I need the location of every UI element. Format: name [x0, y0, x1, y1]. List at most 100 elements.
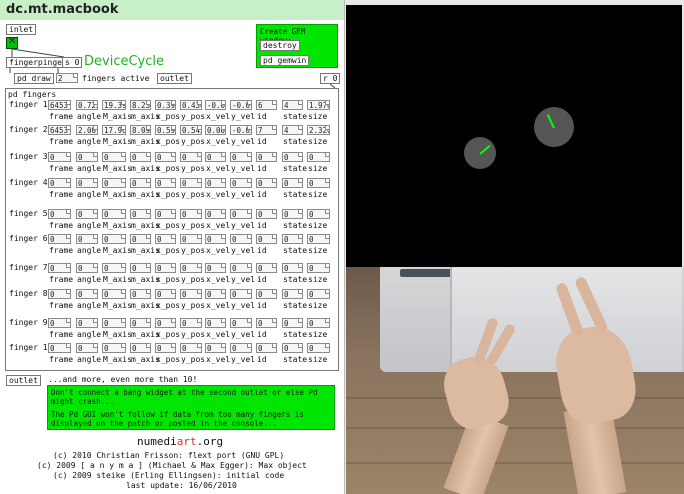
finger-value-frame[interactable]: 0 [48, 263, 71, 273]
finger-value-x-vel[interactable]: 0 [205, 234, 226, 244]
fingerpinger-object[interactable]: fingerpinger [6, 57, 70, 68]
finger-value-x-pos[interactable]: 0 [155, 234, 176, 244]
finger-value-m-axis[interactable]: 8.23 [130, 100, 151, 110]
finger-value-x-pos[interactable]: 0 [155, 289, 176, 299]
fingers-active-number[interactable]: 2 [56, 73, 78, 83]
finger-value-x-vel[interactable]: 0 [205, 263, 226, 273]
finger-value-state[interactable]: 0 [282, 263, 303, 273]
finger-value-frame[interactable]: 0 [48, 209, 71, 219]
finger-value-m-axis[interactable]: 0 [102, 289, 126, 299]
finger-value-y-pos[interactable]: 0 [180, 318, 202, 328]
finger-value-m-axis[interactable]: 0 [130, 152, 151, 162]
finger-value-state[interactable]: 0 [282, 209, 303, 219]
finger-value-state[interactable]: 0 [282, 289, 303, 299]
finger-value-state[interactable]: 0 [282, 178, 303, 188]
finger-value-state[interactable]: 0 [282, 318, 303, 328]
finger-value-m-axis[interactable]: 0 [102, 263, 126, 273]
finger-value-m-axis[interactable]: 0 [130, 289, 151, 299]
finger-value-id[interactable]: 0 [256, 263, 277, 273]
finger-value-id[interactable]: 0 [256, 234, 277, 244]
finger-value-y-vel[interactable]: -0.01 [230, 100, 252, 110]
finger-value-y-vel[interactable]: -0.02 [230, 125, 252, 135]
finger-value-angle[interactable]: 0 [76, 343, 98, 353]
finger-value-state[interactable]: 0 [282, 152, 303, 162]
finger-value-size[interactable]: 0 [307, 318, 330, 328]
finger-value-y-pos[interactable]: 0.434 [180, 100, 202, 110]
finger-value-m-axis[interactable]: 0 [130, 343, 151, 353]
finger-value-y-vel[interactable]: 0 [230, 178, 252, 188]
finger-value-x-vel[interactable]: 0 [205, 209, 226, 219]
finger-value-frame[interactable]: 0 [48, 289, 71, 299]
finger-value-frame[interactable]: 0 [48, 343, 71, 353]
finger-value-y-pos[interactable]: 0 [180, 234, 202, 244]
finger-value-x-vel[interactable]: -0.00 [205, 100, 226, 110]
outlet-top-object[interactable]: outlet [157, 73, 192, 84]
finger-value-x-vel[interactable]: 0 [205, 152, 226, 162]
finger-value-angle[interactable]: 0 [76, 318, 98, 328]
finger-value-m-axis[interactable]: 0 [102, 209, 126, 219]
finger-value-id[interactable]: 0 [256, 289, 277, 299]
outlet-object[interactable]: outlet [6, 375, 41, 386]
finger-value-x-pos[interactable]: 0 [155, 263, 176, 273]
finger-value-y-vel[interactable]: 0 [230, 209, 252, 219]
finger-value-x-vel[interactable]: 0 [205, 289, 226, 299]
finger-value-angle[interactable]: 0.723 [76, 100, 98, 110]
finger-value-angle[interactable]: 0 [76, 234, 98, 244]
finger-value-frame[interactable]: 6453 [48, 125, 71, 135]
finger-value-m-axis[interactable]: 0 [102, 343, 126, 353]
receive-object[interactable]: r 0 [320, 73, 341, 84]
finger-value-y-vel[interactable]: 0 [230, 234, 252, 244]
finger-value-id[interactable]: 0 [256, 209, 277, 219]
finger-value-x-vel[interactable]: 0 [205, 318, 226, 328]
finger-value-angle[interactable]: 0 [76, 178, 98, 188]
finger-value-x-pos[interactable]: 0 [155, 209, 176, 219]
finger-value-x-pos[interactable]: 0 [155, 318, 176, 328]
finger-value-y-vel[interactable]: 0 [230, 318, 252, 328]
finger-value-frame[interactable]: 6453 [48, 100, 71, 110]
finger-value-x-pos[interactable]: 0 [155, 343, 176, 353]
finger-value-x-pos[interactable]: 0.393 [155, 100, 176, 110]
finger-value-m-axis[interactable]: 0 [102, 318, 126, 328]
finger-value-m-axis[interactable]: 0 [102, 152, 126, 162]
finger-value-angle[interactable]: 2.001 [76, 125, 98, 135]
finger-value-m-axis[interactable]: 8.09 [130, 125, 151, 135]
finger-value-y-vel[interactable]: 0 [230, 343, 252, 353]
finger-value-x-pos[interactable]: 0 [155, 152, 176, 162]
finger-value-frame[interactable]: 0 [48, 152, 71, 162]
finger-value-m-axis[interactable]: 0 [130, 234, 151, 244]
finger-value-m-axis[interactable]: 0 [130, 209, 151, 219]
finger-value-size[interactable]: 0 [307, 209, 330, 219]
finger-value-id[interactable]: 0 [256, 318, 277, 328]
finger-value-state[interactable]: 4 [282, 100, 303, 110]
finger-value-m-axis[interactable]: 0 [130, 178, 151, 188]
finger-value-m-axis[interactable]: 0 [130, 318, 151, 328]
finger-value-state[interactable]: 0 [282, 234, 303, 244]
finger-value-size[interactable]: 0 [307, 152, 330, 162]
finger-value-size[interactable]: 0 [307, 178, 330, 188]
finger-value-size[interactable]: 0 [307, 234, 330, 244]
finger-value-angle[interactable]: 0 [76, 289, 98, 299]
finger-value-frame[interactable]: 0 [48, 178, 71, 188]
finger-value-size[interactable]: 2.320 [307, 125, 330, 135]
pd-draw-subpatch[interactable]: pd draw [14, 73, 54, 84]
finger-value-frame[interactable]: 0 [48, 318, 71, 328]
finger-value-x-pos[interactable]: 0 [155, 178, 176, 188]
finger-value-state[interactable]: 0 [282, 343, 303, 353]
finger-value-y-pos[interactable]: 0 [180, 289, 202, 299]
finger-value-y-pos[interactable]: 0 [180, 263, 202, 273]
finger-value-y-pos[interactable]: 0 [180, 209, 202, 219]
finger-value-size[interactable]: 0 [307, 343, 330, 353]
finger-value-angle[interactable]: 0 [76, 263, 98, 273]
finger-value-id[interactable]: 7 [256, 125, 277, 135]
finger-value-id[interactable]: 0 [256, 152, 277, 162]
gem-render-window[interactable] [346, 5, 682, 267]
finger-value-frame[interactable]: 0 [48, 234, 71, 244]
finger-value-x-vel[interactable]: 0 [205, 178, 226, 188]
finger-value-id[interactable]: 0 [256, 178, 277, 188]
finger-value-angle[interactable]: 0 [76, 209, 98, 219]
finger-value-m-axis[interactable]: 19.39 [102, 100, 126, 110]
finger-value-y-pos[interactable]: 0 [180, 178, 202, 188]
finger-value-x-vel[interactable]: 0 [205, 343, 226, 353]
finger-value-size[interactable]: 1.976 [307, 100, 330, 110]
finger-value-m-axis[interactable]: 0 [102, 178, 126, 188]
